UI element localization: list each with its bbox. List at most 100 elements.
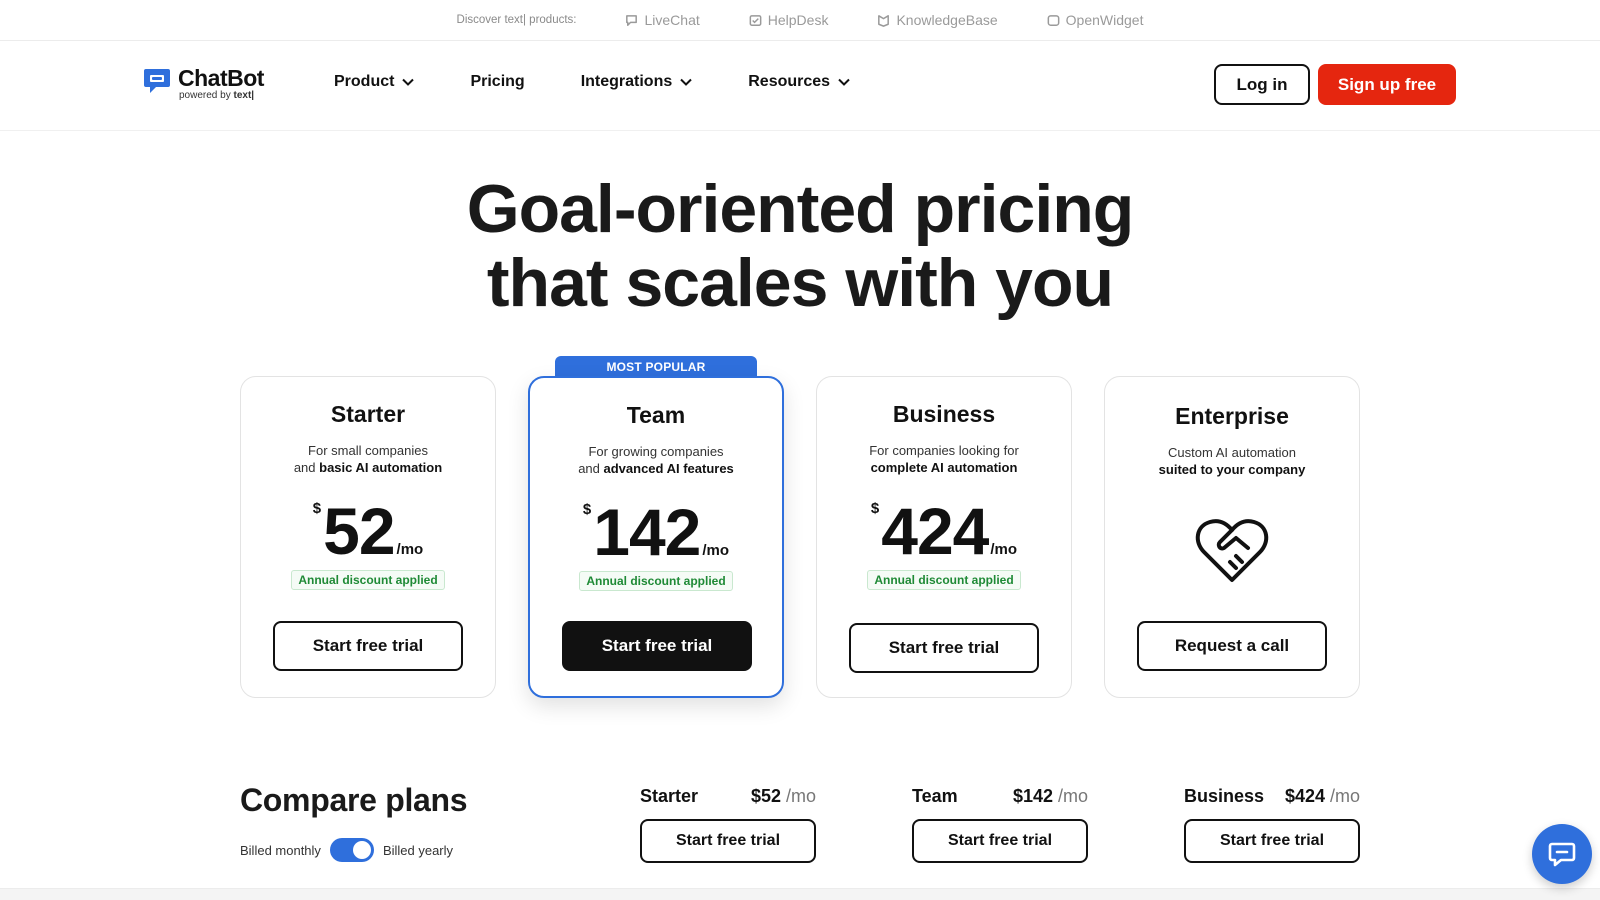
plan-price: $ 52 /mo	[241, 494, 495, 568]
price-period: /mo	[396, 541, 424, 558]
handshake-heart-icon	[1195, 519, 1269, 582]
compare-plans-title: Compare plans	[240, 782, 468, 818]
nav-integrations-label: Integrations	[580, 73, 673, 90]
price-period: /mo	[990, 541, 1018, 558]
logo-powered-by: powered by text|	[179, 91, 264, 101]
compare-column-starter: Starter $52 /mo Start free trial	[640, 786, 816, 863]
plan-description: Custom AI automation suited to your comp…	[1105, 444, 1359, 478]
plan-desc-emphasis: advanced AI features	[603, 461, 734, 476]
hero-section: Goal-oriented pricing that scales with y…	[0, 172, 1600, 320]
hero-title-line1: Goal-oriented pricing	[466, 171, 1135, 247]
compare-business-trial-button[interactable]: Start free trial	[1184, 819, 1360, 863]
login-button[interactable]: Log in	[1214, 64, 1310, 105]
knowledgebase-link[interactable]: KnowledgeBase	[876, 12, 998, 28]
openwidget-icon	[1047, 14, 1060, 26]
compare-plan-name: Team	[912, 786, 958, 806]
plan-price: $ 142 /mo	[530, 495, 782, 569]
logo-name: ChatBot	[178, 65, 264, 91]
chevron-down-icon	[838, 78, 850, 86]
plan-desc-line1: For small companies	[308, 443, 428, 458]
price-period: /mo	[702, 542, 730, 559]
openwidget-label: OpenWidget	[1065, 12, 1144, 28]
livechat-label: LiveChat	[644, 12, 700, 28]
price-amount: 52	[323, 494, 395, 568]
compare-starter-trial-button[interactable]: Start free trial	[640, 819, 816, 863]
compare-price-value: $142	[1012, 786, 1053, 806]
product-strip: Discover text| products: LiveChat HelpDe…	[0, 0, 1600, 41]
compare-plan-price: $52 /mo	[751, 786, 816, 807]
plan-card-team: Team For growing companies and advanced …	[528, 376, 784, 698]
powered-brand: text|	[233, 90, 255, 101]
nav-pricing-label: Pricing	[470, 73, 525, 90]
most-popular-badge: MOST POPULAR	[555, 356, 757, 378]
plan-card-enterprise: Enterprise Custom AI automation suited t…	[1104, 376, 1360, 698]
compare-plan-price: $424 /mo	[1285, 786, 1360, 807]
hero-title-line2: that scales with you	[486, 245, 1114, 321]
plan-description: For growing companies and advanced AI fe…	[530, 443, 782, 477]
openwidget-link[interactable]: OpenWidget	[1046, 12, 1144, 28]
chatbot-logo-icon	[144, 69, 170, 93]
discount-badge: Annual discount applied	[291, 570, 445, 590]
livechat-link[interactable]: LiveChat	[624, 12, 700, 28]
plan-desc-emphasis: basic AI automation	[319, 460, 443, 475]
compare-plan-price: $142 /mo	[1013, 786, 1088, 807]
nav-resources-label: Resources	[748, 73, 831, 90]
nav-product-label: Product	[334, 73, 395, 90]
starter-trial-button[interactable]: Start free trial	[273, 621, 463, 671]
livechat-icon	[626, 14, 638, 26]
helpdesk-link[interactable]: HelpDesk	[748, 12, 829, 28]
nav-product[interactable]: Product	[334, 73, 415, 91]
team-trial-button[interactable]: Start free trial	[562, 621, 752, 671]
main-nav: Product Pricing Integrations Resources	[334, 73, 906, 91]
request-call-button[interactable]: Request a call	[1137, 621, 1327, 671]
plan-title: Starter	[330, 401, 406, 427]
billed-monthly-label[interactable]: Billed monthly	[240, 843, 321, 858]
knowledgebase-label: KnowledgeBase	[896, 12, 998, 28]
section-divider	[0, 888, 1600, 900]
chevron-down-icon	[402, 78, 415, 86]
compare-price-value: $52	[750, 786, 781, 806]
compare-plan-name: Starter	[640, 786, 699, 806]
page-title: Goal-oriented pricing that scales with y…	[0, 172, 1600, 320]
plan-title: Business	[892, 401, 996, 427]
chatbot-logo[interactable]: ChatBot powered by text|	[142, 65, 264, 101]
compare-team-trial-button[interactable]: Start free trial	[912, 819, 1088, 863]
discount-badge: Annual discount applied	[579, 571, 733, 591]
plan-desc-prefix: and	[293, 460, 320, 475]
nav-resources[interactable]: Resources	[748, 73, 850, 91]
billing-toggle[interactable]	[329, 838, 374, 862]
plan-card-starter: Starter For small companies and basic AI…	[240, 376, 496, 698]
nav-integrations[interactable]: Integrations	[581, 73, 693, 91]
price-currency: $	[870, 500, 880, 517]
price-amount: 424	[881, 494, 989, 568]
compare-plan-name: Business	[1184, 786, 1265, 806]
chevron-down-icon	[680, 78, 692, 86]
powered-prefix: powered by	[179, 90, 231, 101]
billed-yearly-label[interactable]: Billed yearly	[383, 843, 453, 858]
plan-title: Enterprise	[1175, 403, 1289, 429]
helpdesk-icon	[749, 14, 762, 26]
plan-desc-line1: For growing companies	[588, 444, 724, 459]
plan-desc-emphasis: suited to your company	[1158, 462, 1306, 477]
signup-button[interactable]: Sign up free	[1318, 64, 1456, 105]
toggle-knob	[352, 841, 371, 859]
plan-desc-emphasis: complete AI automation	[870, 460, 1018, 475]
nav-pricing[interactable]: Pricing	[470, 73, 524, 91]
plan-desc-prefix: and	[578, 461, 604, 476]
compare-price-value: $424	[1284, 786, 1325, 806]
plan-desc-line1: For companies looking for	[869, 443, 1019, 458]
compare-column-business: Business $424 /mo Start free trial	[1184, 786, 1360, 863]
compare-column-team: Team $142 /mo Start free trial	[912, 786, 1088, 863]
helpdesk-label: HelpDesk	[767, 12, 829, 28]
price-amount: 142	[593, 495, 701, 569]
plan-price: $ 424 /mo	[817, 494, 1071, 568]
business-trial-button[interactable]: Start free trial	[849, 623, 1039, 673]
plan-description: For small companies and basic AI automat…	[241, 442, 495, 476]
knowledgebase-icon	[878, 14, 890, 27]
price-currency: $	[312, 500, 322, 517]
plan-card-business: Business For companies looking for compl…	[816, 376, 1072, 698]
main-header: ChatBot powered by text| Product Pricing…	[0, 41, 1600, 131]
chat-widget-button[interactable]	[1532, 824, 1592, 884]
chat-bubble-icon	[1548, 842, 1576, 867]
plan-title: Team	[626, 402, 686, 428]
